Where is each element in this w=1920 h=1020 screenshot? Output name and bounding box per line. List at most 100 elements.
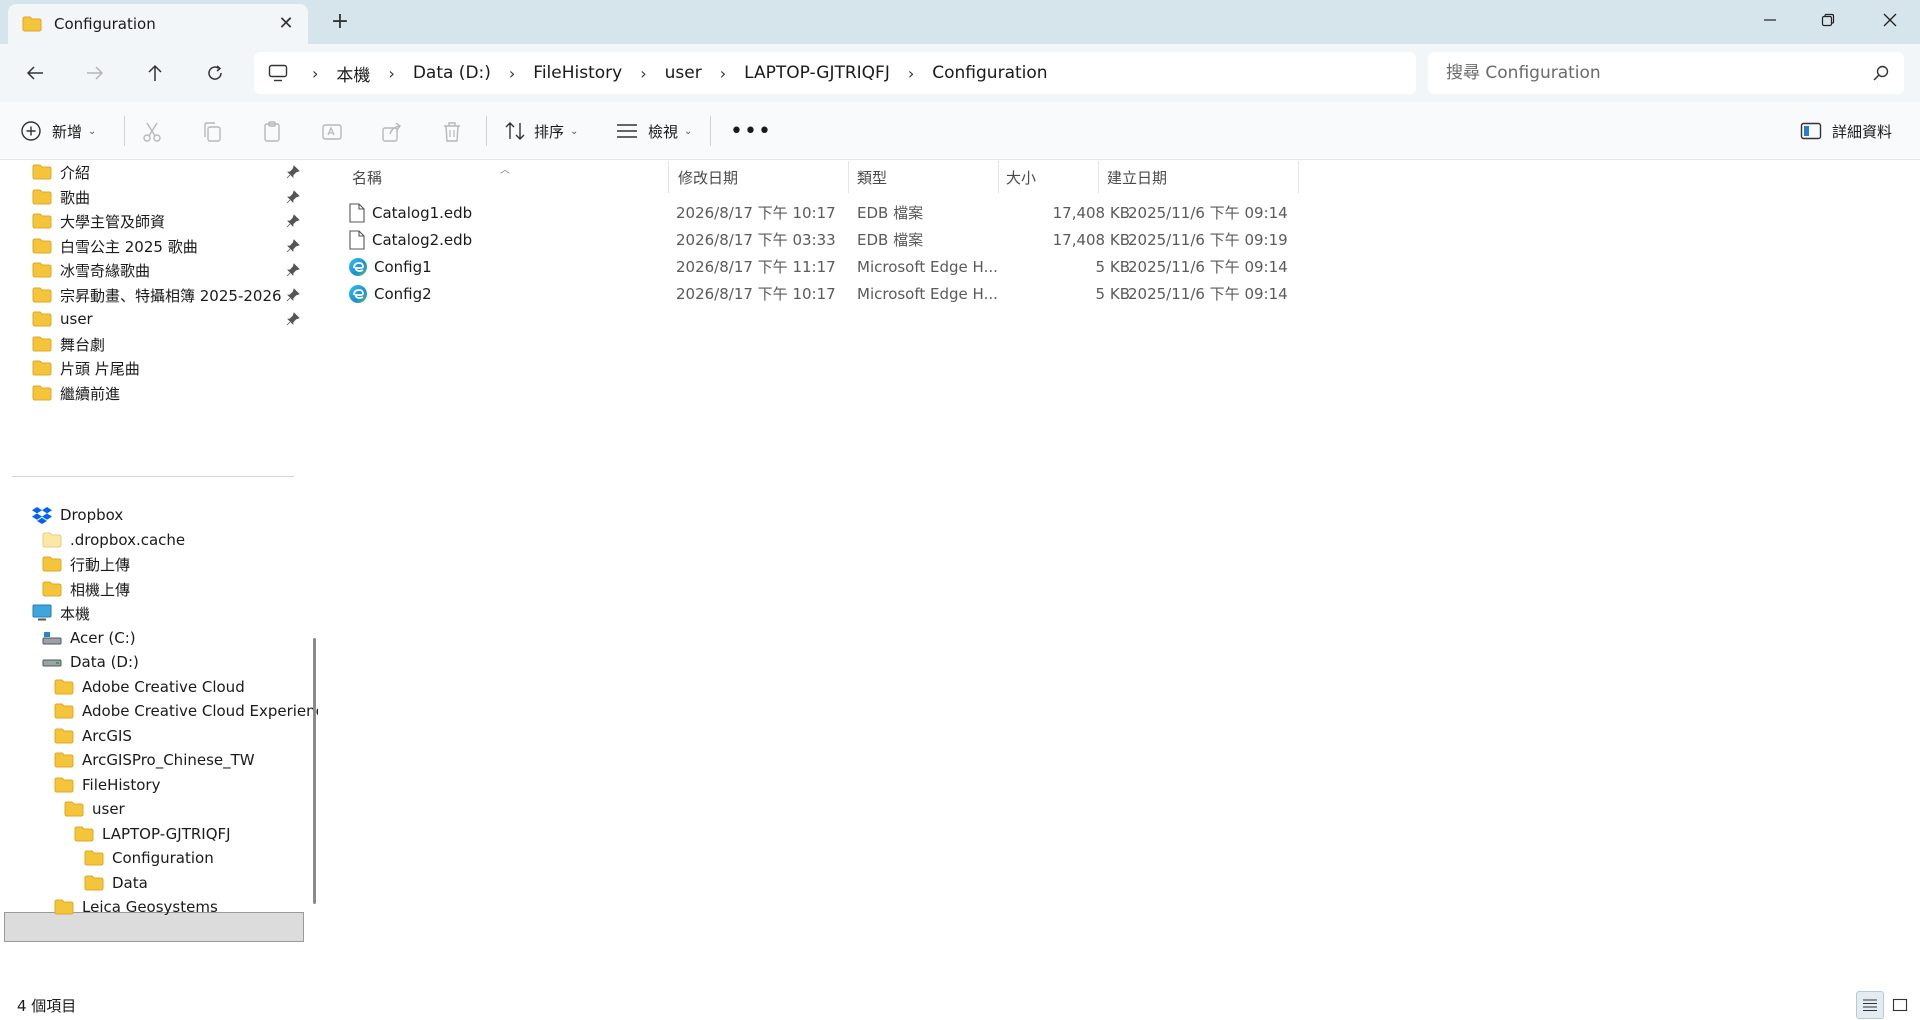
tab-configuration[interactable]: Configuration ✕ bbox=[8, 4, 308, 44]
quick-access-item-user[interactable]: user bbox=[32, 305, 93, 333]
tree-item-leica-geosystems[interactable]: Leica Geosystems bbox=[54, 893, 218, 921]
refresh-button[interactable] bbox=[198, 58, 232, 88]
quick-access-item-opening-ending[interactable]: 片頭 片尾曲 bbox=[32, 354, 140, 382]
more-options-button[interactable]: ••• bbox=[730, 116, 772, 146]
sort-ascending-icon: ︿ bbox=[500, 165, 510, 176]
quick-access-item-keep-going[interactable]: 繼續前進 bbox=[32, 379, 120, 407]
column-header-name[interactable]: 名稱 bbox=[352, 161, 382, 193]
forward-button[interactable] bbox=[78, 58, 112, 88]
file-row[interactable]: Config2 2026/8/17 下午 10:17 Microsoft Edg… bbox=[348, 280, 1628, 307]
pin-icon[interactable] bbox=[286, 214, 300, 228]
nav-label: Data bbox=[112, 874, 148, 892]
column-divider[interactable] bbox=[998, 161, 999, 193]
up-button[interactable] bbox=[138, 58, 172, 88]
close-window-button[interactable] bbox=[1862, 0, 1918, 40]
details-pane-button[interactable]: 詳細資料 bbox=[1800, 116, 1892, 146]
chevron-right-icon[interactable]: › bbox=[628, 64, 658, 83]
column-header-size[interactable]: 大小 bbox=[1006, 161, 1036, 193]
search-box[interactable] bbox=[1428, 52, 1904, 94]
pin-icon[interactable] bbox=[286, 190, 300, 204]
quick-access-item-frozen[interactable]: 冰雪奇緣歌曲 bbox=[32, 256, 150, 284]
tree-item-dropbox[interactable]: Dropbox bbox=[32, 501, 123, 529]
sidebar-scrollbar[interactable] bbox=[313, 638, 316, 904]
tree-item-arcgispro-chinese-tw[interactable]: ArcGISPro_Chinese_TW bbox=[54, 746, 255, 774]
restore-button[interactable] bbox=[1800, 0, 1856, 40]
file-row[interactable]: Catalog1.edb 2026/8/17 下午 10:17 EDB 檔案 1… bbox=[348, 199, 1628, 226]
folder-icon bbox=[22, 16, 42, 32]
minimize-button[interactable] bbox=[1742, 0, 1798, 40]
nav-label: 行動上傳 bbox=[70, 555, 131, 574]
sort-button[interactable]: 排序 ⌄ bbox=[504, 116, 578, 146]
computer-icon bbox=[268, 64, 288, 82]
breadcrumb-filehistory[interactable]: FileHistory bbox=[527, 63, 628, 83]
back-button[interactable] bbox=[18, 58, 52, 88]
tree-item-this-pc[interactable]: 本機 bbox=[32, 599, 90, 627]
view-button[interactable]: 檢視 ⌄ bbox=[616, 116, 692, 146]
column-header-type[interactable]: 類型 bbox=[857, 161, 887, 193]
tree-item-adobe-cc-experience[interactable]: Adobe Creative Cloud Experience bbox=[54, 697, 318, 725]
column-header-created[interactable]: 建立日期 bbox=[1107, 161, 1167, 193]
column-divider[interactable] bbox=[668, 161, 669, 193]
tree-item-data-d[interactable]: Data (D:) bbox=[42, 648, 139, 676]
pin-icon[interactable] bbox=[286, 263, 300, 277]
chevron-right-icon[interactable]: › bbox=[497, 64, 527, 83]
folder-icon bbox=[84, 850, 104, 866]
cut-icon[interactable] bbox=[140, 120, 164, 144]
breadcrumb-user[interactable]: user bbox=[659, 63, 708, 83]
details-view-button[interactable] bbox=[1856, 991, 1884, 1019]
search-input[interactable] bbox=[1446, 63, 1866, 83]
quick-access-item-faculty[interactable]: 大學主管及師資 bbox=[32, 207, 165, 235]
folder-icon bbox=[32, 360, 52, 376]
breadcrumb-data-d[interactable]: Data (D:) bbox=[407, 63, 497, 83]
chevron-right-icon[interactable]: › bbox=[896, 64, 926, 83]
folder-icon bbox=[32, 336, 52, 352]
folder-icon bbox=[32, 262, 52, 278]
nav-label: .dropbox.cache bbox=[70, 531, 186, 549]
delete-icon[interactable] bbox=[440, 120, 464, 144]
file-row[interactable]: Config1 2026/8/17 下午 11:17 Microsoft Edg… bbox=[348, 253, 1628, 280]
file-row[interactable]: Catalog2.edb 2026/8/17 下午 03:33 EDB 檔案 1… bbox=[348, 226, 1628, 253]
pin-icon[interactable] bbox=[286, 239, 300, 253]
copy-icon[interactable] bbox=[200, 120, 224, 144]
tab-close-button[interactable]: ✕ bbox=[276, 14, 296, 34]
rename-icon[interactable] bbox=[320, 120, 344, 144]
tree-item-user[interactable]: user bbox=[64, 795, 125, 823]
new-tab-button[interactable]: + bbox=[326, 10, 354, 34]
column-divider[interactable] bbox=[1098, 161, 1099, 193]
pin-icon[interactable] bbox=[286, 312, 300, 326]
details-view-icon bbox=[1863, 999, 1877, 1012]
large-icons-view-button[interactable] bbox=[1886, 991, 1914, 1019]
nav-label: 相機上傳 bbox=[70, 580, 131, 599]
nav-label: Dropbox bbox=[60, 506, 124, 524]
restore-icon bbox=[1821, 13, 1835, 27]
title-bar: Configuration ✕ + bbox=[0, 0, 1920, 44]
nav-label: 介紹 bbox=[60, 163, 91, 182]
file-modified: 2026/8/17 下午 11:17 bbox=[676, 258, 836, 276]
nav-label: Leica Geosystems bbox=[82, 898, 218, 916]
folder-icon bbox=[42, 532, 62, 548]
file-name: Config2 bbox=[374, 284, 432, 303]
chevron-right-icon[interactable]: › bbox=[708, 64, 738, 83]
tree-item-configuration[interactable]: Configuration bbox=[84, 844, 214, 872]
details-pane-icon bbox=[1800, 122, 1822, 140]
file-modified: 2026/8/17 下午 10:17 bbox=[676, 204, 836, 222]
address-bar[interactable]: › 本機 › Data (D:) › FileHistory › user › … bbox=[254, 52, 1416, 94]
breadcrumb-configuration[interactable]: Configuration bbox=[926, 63, 1053, 83]
nav-label: 舞台劇 bbox=[60, 335, 106, 354]
file-created: 2025/11/6 下午 09:19 bbox=[1128, 231, 1288, 249]
column-header-modified[interactable]: 修改日期 bbox=[678, 161, 738, 193]
pin-icon[interactable] bbox=[286, 288, 300, 302]
breadcrumb-this-pc[interactable]: 本機 bbox=[330, 61, 376, 86]
pin-icon[interactable] bbox=[286, 165, 300, 179]
chevron-down-icon: ⌄ bbox=[684, 125, 693, 137]
column-divider[interactable] bbox=[1298, 161, 1299, 193]
tree-item-mobile-upload[interactable]: 行動上傳 bbox=[42, 550, 130, 578]
view-label: 檢視 bbox=[648, 122, 679, 141]
new-button[interactable]: 新增 ⌄ bbox=[20, 116, 96, 146]
folder-icon bbox=[42, 581, 62, 597]
column-divider[interactable] bbox=[848, 161, 849, 193]
breadcrumb-laptop[interactable]: LAPTOP-GJTRIQFJ bbox=[738, 63, 896, 83]
paste-icon[interactable] bbox=[260, 120, 284, 144]
chevron-right-icon[interactable]: › bbox=[376, 64, 406, 83]
share-icon[interactable] bbox=[380, 120, 404, 144]
